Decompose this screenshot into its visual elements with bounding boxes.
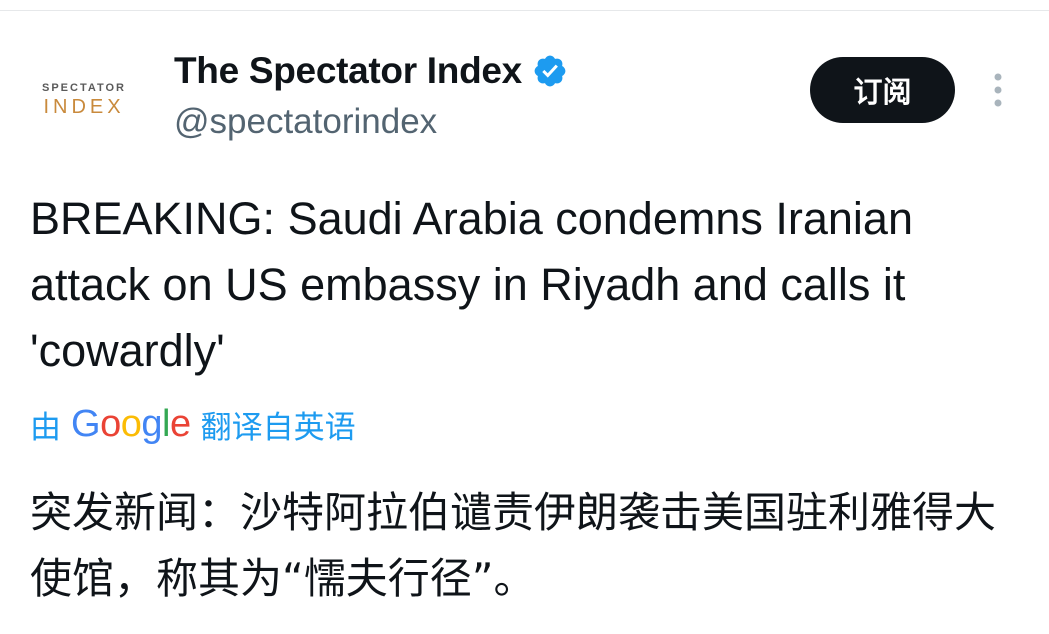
subscribe-button[interactable]: 订阅 [810, 57, 955, 123]
translated-tweet-text: 突发新闻：沙特阿拉伯谴责伊朗袭击美国驻利雅得大使馆，称其为“懦夫行径”。 [30, 488, 997, 603]
translation-attribution[interactable]: 由 Google 翻译自英语 [30, 402, 356, 447]
top-divider [0, 10, 1049, 11]
display-name-row[interactable]: The Spectator Index [174, 50, 568, 92]
avatar[interactable]: SPECTATOR INDEX [22, 70, 146, 130]
display-name[interactable]: The Spectator Index [174, 50, 522, 92]
avatar-logo-top: SPECTATOR [41, 81, 126, 94]
vertical-ellipsis-icon[interactable] [988, 71, 1008, 111]
avatar-logo-bottom: INDEX [43, 95, 125, 118]
handle[interactable]: @spectatorindex [174, 102, 437, 142]
verified-badge-icon [534, 55, 566, 87]
translation-prefix: 由 [30, 410, 61, 446]
translation-suffix[interactable]: 翻译自英语 [201, 402, 356, 447]
google-logo: Google [71, 403, 191, 445]
tweet-text: BREAKING: Saudi Arabia condemns Iranian … [30, 193, 913, 376]
